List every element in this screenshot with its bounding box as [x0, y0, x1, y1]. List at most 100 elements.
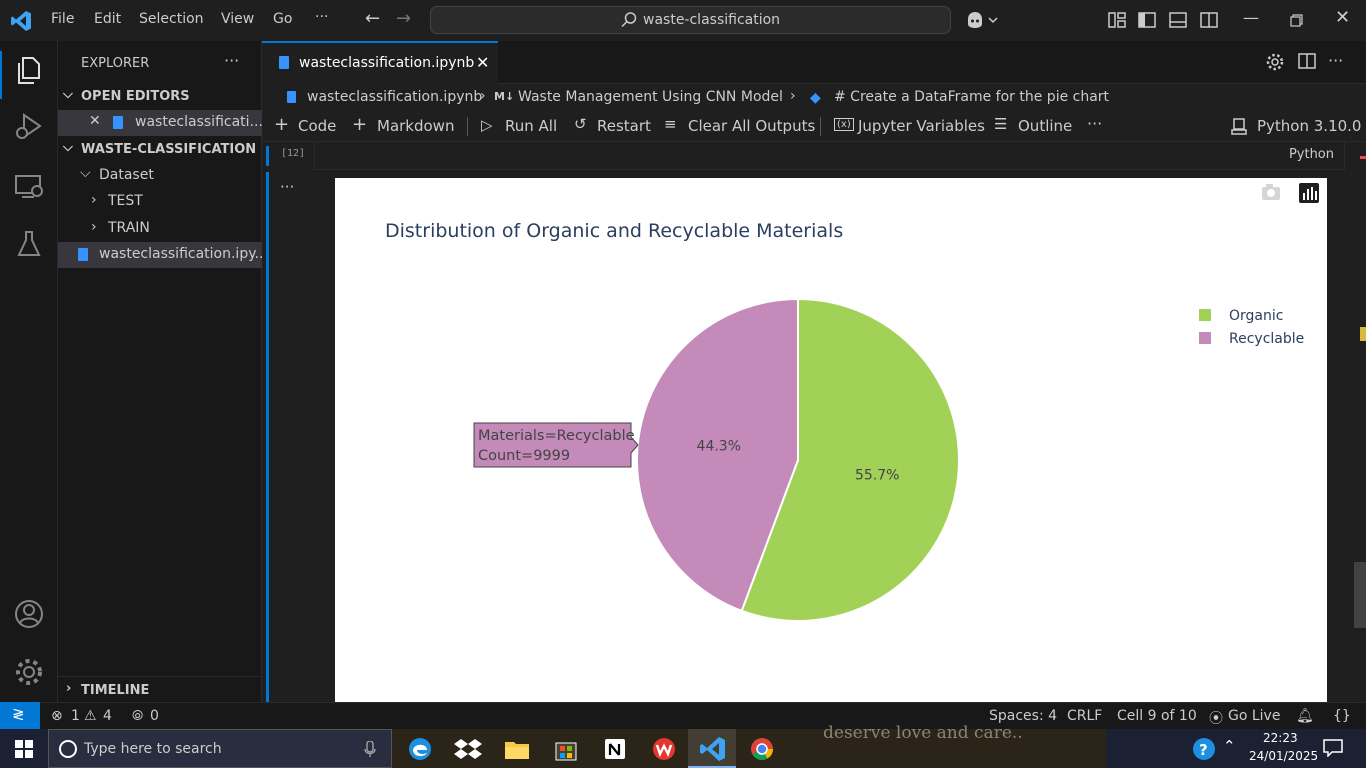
menu-go[interactable]: Go	[273, 11, 292, 27]
remote-indicator-button[interactable]: ≷	[0, 702, 40, 729]
minimize-icon[interactable]: —	[1243, 8, 1259, 27]
dropbox-icon[interactable]	[452, 733, 484, 765]
breadcrumb-cell[interactable]: # Create a DataFrame for the pie chart	[834, 89, 1109, 105]
kernel-picker-button[interactable]: Python 3.10.0	[1257, 117, 1361, 135]
search-icon	[59, 740, 77, 758]
chevron-down-icon: ⌵	[63, 140, 73, 155]
breadcrumb-file[interactable]: wasteclassification.ipynb	[307, 89, 482, 105]
legend-item-organic[interactable]: Organic	[1199, 308, 1283, 324]
testing-flask-icon[interactable]	[12, 227, 46, 261]
clock-date[interactable]: 24/01/2025	[1249, 749, 1318, 763]
chevron-right-icon: ›	[91, 219, 97, 235]
menu-edit[interactable]: Edit	[94, 11, 121, 27]
outline-button[interactable]: Outline	[1018, 117, 1072, 135]
legend-item-recyclable[interactable]: Recyclable	[1199, 331, 1304, 347]
forward-arrow-icon[interactable]: →	[396, 8, 411, 29]
explorer-files-icon[interactable]	[12, 53, 46, 87]
edge-browser-icon[interactable]	[404, 733, 436, 765]
tree-item-train[interactable]: › TRAIN	[58, 216, 262, 242]
add-markdown-button[interactable]: Markdown	[377, 117, 454, 135]
pie-group: 55.7% 44.3%	[636, 297, 960, 622]
taskbar-search-box[interactable]: Type here to search	[48, 729, 392, 768]
show-hidden-icons-icon[interactable]: ⌃	[1223, 737, 1236, 755]
editor-more-button[interactable]: ···	[1328, 51, 1343, 70]
timeline-header[interactable]: › TIMELINE	[58, 676, 262, 702]
microsoft-store-icon[interactable]	[550, 733, 582, 765]
menu-more-button[interactable]: ···	[315, 9, 328, 25]
close-tab-icon[interactable]: ✕	[476, 53, 489, 72]
taskbar-search-placeholder: Type here to search	[84, 741, 222, 757]
toggle-secondary-sidebar-icon[interactable]	[1200, 12, 1218, 28]
file-explorer-icon[interactable]	[501, 733, 533, 765]
customize-layout-icon[interactable]	[1108, 12, 1126, 28]
windows-start-icon[interactable]	[15, 740, 33, 758]
accounts-icon[interactable]	[12, 597, 46, 631]
chrome-icon[interactable]	[746, 733, 778, 765]
ports-count[interactable]: 0	[150, 708, 159, 724]
notion-icon[interactable]	[599, 733, 631, 765]
jupyter-variables-button[interactable]: Jupyter Variables	[858, 117, 985, 135]
indentation-button[interactable]: Spaces: 4	[989, 708, 1057, 724]
tree-item-label: Dataset	[99, 167, 154, 183]
toggle-panel-icon[interactable]	[1169, 12, 1187, 28]
clock-time[interactable]: 22:23	[1263, 731, 1298, 745]
tree-item-test[interactable]: › TEST	[58, 189, 262, 215]
clear-all-outputs-button[interactable]: Clear All Outputs	[688, 117, 815, 135]
toolbar-more-button[interactable]: ···	[1087, 114, 1102, 133]
open-editors-header[interactable]: ⌵ OPEN EDITORS	[58, 84, 262, 110]
tooltip-line-1: Materials=Recyclable	[478, 428, 635, 444]
close-window-icon[interactable]: ✕	[1335, 7, 1350, 28]
notifications-icon[interactable]	[1323, 739, 1343, 757]
chevron-right-icon: ›	[790, 88, 796, 104]
open-editor-item[interactable]: ✕ wasteclassificati...	[58, 110, 262, 136]
scrollbar-thumb[interactable]	[1354, 562, 1366, 628]
python-icon: ◆	[810, 90, 821, 106]
close-editor-icon[interactable]: ✕	[89, 113, 101, 129]
cell-position[interactable]: Cell 9 of 10	[1117, 708, 1197, 724]
breadcrumb: wasteclassification.ipynb › M↓ Waste Man…	[262, 84, 1366, 110]
tree-item-notebook[interactable]: wasteclassification.ipy...	[58, 242, 262, 268]
braces-icon[interactable]: {}	[1333, 708, 1351, 724]
camera-icon[interactable]	[1262, 184, 1280, 200]
menu-file[interactable]: File	[51, 11, 74, 27]
run-debug-icon[interactable]	[12, 109, 46, 143]
legend-swatch-organic	[1199, 309, 1211, 321]
explorer-more-button[interactable]: ···	[224, 51, 239, 70]
menu-view[interactable]: View	[221, 11, 254, 27]
restart-button[interactable]: Restart	[597, 117, 651, 135]
back-arrow-icon[interactable]: ←	[365, 8, 380, 29]
ports-icon: ⦾	[132, 708, 144, 724]
bell-icon[interactable]: 🔔︎	[1296, 708, 1314, 724]
split-editor-icon[interactable]	[1298, 53, 1316, 69]
copilot-icon[interactable]	[965, 11, 999, 29]
help-icon[interactable]: ?	[1192, 737, 1216, 761]
cell-language-label[interactable]: Python	[1289, 147, 1334, 162]
tree-item-dataset[interactable]: ⌵ Dataset	[58, 163, 262, 189]
command-center-search[interactable]: waste-classification	[430, 6, 951, 34]
settings-gear-icon[interactable]	[12, 655, 46, 689]
wps-office-icon[interactable]	[648, 733, 680, 765]
remote-explorer-icon[interactable]	[12, 169, 46, 203]
explorer-sidebar: EXPLORER ··· ⌵ OPEN EDITORS ✕ wasteclass…	[58, 41, 262, 702]
breadcrumb-section[interactable]: Waste Management Using CNN Model	[518, 89, 783, 105]
notebook-settings-gear-icon[interactable]	[1266, 53, 1284, 71]
warning-count[interactable]: 4	[103, 708, 112, 724]
toggle-primary-sidebar-icon[interactable]	[1138, 12, 1156, 28]
menu-selection[interactable]: Selection	[139, 11, 204, 27]
eol-button[interactable]: CRLF	[1067, 708, 1102, 724]
run-all-button[interactable]: Run All	[505, 117, 557, 135]
plus-icon: +	[352, 114, 368, 135]
output-more-button[interactable]: ···	[280, 178, 294, 196]
notebook-toolbar: + Code + Markdown ▷ Run All ↺ Restart ≡ …	[262, 110, 1366, 142]
add-code-button[interactable]: Code	[298, 117, 336, 135]
folder-header[interactable]: ⌵ WASTE-CLASSIFICATION	[58, 137, 262, 163]
go-live-button[interactable]: Go Live	[1228, 708, 1280, 724]
code-cell-bottom[interactable]: Python	[314, 142, 1345, 170]
error-count[interactable]: 1	[71, 708, 80, 724]
restart-icon: ↺	[574, 115, 587, 133]
plotly-logo-icon[interactable]	[1299, 183, 1319, 203]
tab-notebook[interactable]: wasteclassification.ipynb ✕	[262, 41, 498, 84]
chevron-right-icon: ›	[66, 681, 72, 696]
microphone-icon[interactable]	[364, 741, 376, 758]
restore-icon[interactable]	[1290, 14, 1303, 27]
